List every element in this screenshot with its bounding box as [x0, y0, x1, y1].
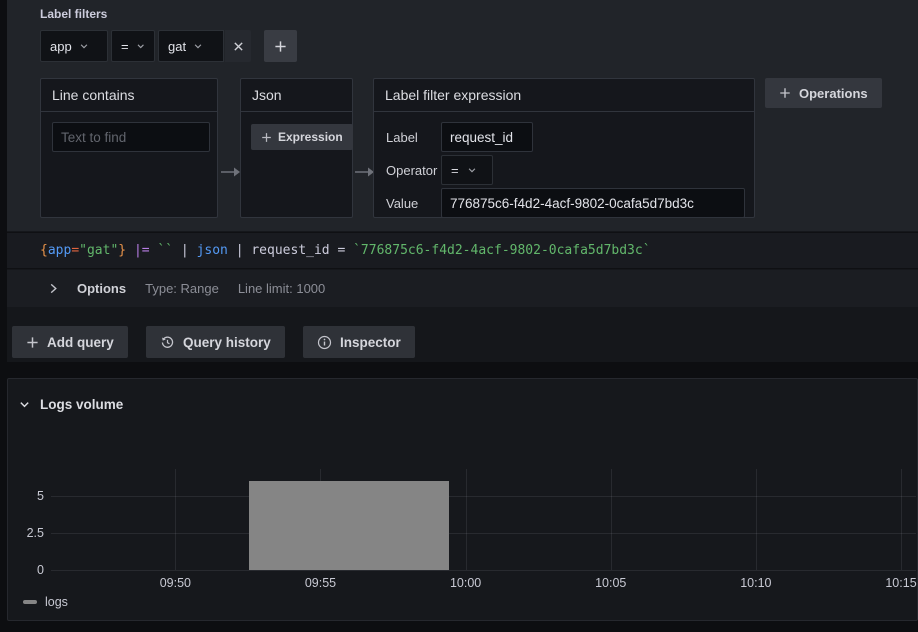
label-name-value: app [50, 39, 72, 54]
query-builder: Label filters app = gat [7, 0, 918, 231]
operation-cards-row: Line contains Json Expression [7, 78, 918, 218]
x-axis-tick: 09:50 [160, 576, 191, 590]
label-operator-value: = [121, 39, 129, 54]
history-icon [160, 335, 175, 350]
query-preview-row[interactable]: {app="gat"} |= `` | json | request_id = … [7, 232, 918, 269]
legend-label: logs [45, 595, 68, 609]
inspector-button[interactable]: Inspector [303, 326, 415, 358]
operations-button-label: Operations [799, 86, 868, 101]
y-axis-tick: 2.5 [27, 526, 44, 540]
arrow-right-icon [221, 166, 241, 178]
label-field-row: Label [386, 122, 745, 152]
options-line-limit: Line limit: 1000 [238, 281, 325, 296]
grid-line-horizontal [51, 496, 916, 497]
label-filters-title: Label filters [40, 7, 107, 21]
x-axis-labels: 09:50 09:55 10:00 10:05 10:10 10:15 [51, 576, 916, 592]
operation-card-title[interactable]: Json [241, 79, 352, 112]
x-axis-tick: 09:55 [305, 576, 336, 590]
label-value-value: gat [168, 39, 186, 54]
value-field-input[interactable] [441, 188, 745, 218]
grid-line-vertical [756, 469, 757, 570]
x-axis-tick: 10:15 [885, 576, 916, 590]
arrow-right-icon [355, 166, 375, 178]
logs-volume-chart[interactable] [51, 462, 916, 570]
label-name-select[interactable]: app [40, 30, 108, 62]
plus-icon [779, 87, 791, 99]
legend-item-logs[interactable]: logs [23, 595, 68, 609]
chevron-down-icon [79, 41, 89, 51]
info-circle-icon [317, 335, 332, 350]
operation-card-label-filter-expression: Label filter expression Label Operator = [373, 78, 755, 218]
explore-view: Label filters app = gat [0, 0, 918, 632]
x-icon [233, 41, 244, 52]
line-contains-input[interactable] [52, 122, 210, 152]
operator-field-select[interactable]: = [441, 155, 493, 185]
add-label-filter-button[interactable] [264, 30, 297, 62]
operator-field-label: Operator [386, 163, 441, 178]
remove-label-filter-button[interactable] [225, 30, 251, 62]
chevron-down-icon [136, 41, 145, 51]
logs-volume-bar [249, 481, 448, 570]
x-axis-tick: 10:00 [450, 576, 481, 590]
legend-swatch [23, 600, 37, 604]
query-history-button[interactable]: Query history [146, 326, 285, 358]
grid-line-vertical [611, 469, 612, 570]
label-value-select[interactable]: gat [158, 30, 224, 62]
y-axis-tick: 5 [37, 489, 44, 503]
operation-card-title[interactable]: Label filter expression [374, 79, 754, 112]
plus-icon [26, 336, 39, 349]
grid-line-horizontal [51, 570, 916, 571]
y-axis-labels: 02.55 [8, 462, 44, 570]
x-axis-tick: 10:05 [595, 576, 626, 590]
query-history-label: Query history [183, 335, 271, 350]
operation-card-json: Json Expression [240, 78, 353, 218]
add-query-label: Add query [47, 335, 114, 350]
operation-card-title[interactable]: Line contains [41, 79, 217, 112]
label-operator-select[interactable]: = [111, 30, 155, 62]
grid-line-horizontal [51, 533, 916, 534]
query-toolbar: Add query Query history Inspector [7, 307, 918, 362]
chevron-down-icon [193, 41, 203, 51]
options-label: Options [77, 281, 126, 296]
operator-field-row: Operator = [386, 155, 745, 185]
query-expression: {app="gat"} |= `` | json | request_id = … [40, 243, 651, 258]
add-query-button[interactable]: Add query [12, 326, 128, 358]
value-field-row: Value [386, 188, 745, 218]
inspector-label: Inspector [340, 335, 401, 350]
operator-field-value: = [451, 163, 459, 178]
add-expression-button[interactable]: Expression [251, 124, 353, 150]
logs-volume-header[interactable]: Logs volume [19, 397, 123, 412]
logs-volume-title: Logs volume [40, 397, 123, 412]
plus-icon [274, 40, 287, 53]
chevron-right-icon [49, 283, 58, 294]
operation-card-line-contains: Line contains [40, 78, 218, 218]
grid-line-vertical [466, 469, 467, 570]
grid-line-vertical [175, 469, 176, 570]
grid-line-vertical [901, 469, 902, 570]
label-field-input[interactable] [441, 122, 533, 152]
chevron-down-icon [19, 399, 30, 410]
add-expression-label: Expression [278, 130, 343, 144]
operations-button[interactable]: Operations [765, 78, 882, 108]
options-collapse-row[interactable]: Options Type: Range Line limit: 1000 [7, 270, 918, 307]
logs-volume-panel: Logs volume 02.55 09:5009:5510:0010:0510… [7, 378, 918, 621]
plus-icon [261, 132, 272, 143]
label-field-label: Label [386, 130, 441, 145]
query-editor-panel: Label filters app = gat [7, 0, 918, 362]
value-field-label: Value [386, 196, 441, 211]
options-type: Type: Range [145, 281, 219, 296]
x-axis-tick: 10:10 [740, 576, 771, 590]
chevron-down-icon [467, 165, 477, 175]
y-axis-tick: 0 [37, 563, 44, 577]
